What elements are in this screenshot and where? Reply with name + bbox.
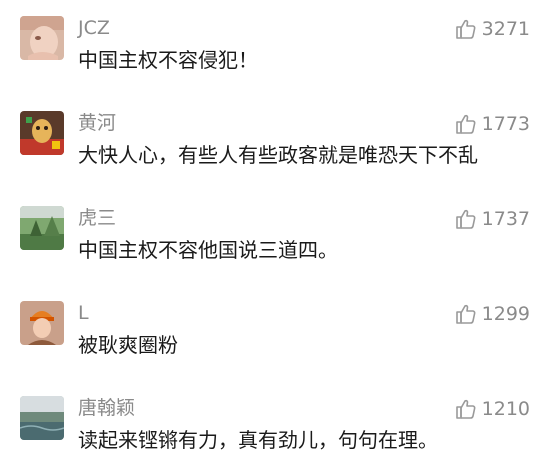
comment-item: 虎三 1737 中国主权不容他国说三道四。 [0, 190, 550, 282]
thumbs-up-icon [455, 303, 477, 325]
username[interactable]: JCZ [78, 16, 110, 40]
user-avatar[interactable] [20, 111, 64, 155]
username[interactable]: 黄河 [78, 111, 116, 135]
like-count: 1737 [481, 208, 530, 230]
like-button[interactable]: 1773 [455, 111, 530, 137]
thumbs-up-icon [455, 18, 477, 40]
like-button[interactable]: 1210 [455, 396, 530, 422]
comment-list: JCZ 3271 中国主权不容侵犯！ 黄河 1773 大快人心，有些人有些政客就… [0, 0, 550, 456]
comment-item: JCZ 3271 中国主权不容侵犯！ [0, 0, 550, 92]
username[interactable]: 唐翰颖 [78, 396, 135, 420]
comment-item: 唐翰颖 1210 读起来铿锵有力，真有劲儿，句句在理。 [0, 380, 550, 456]
like-button[interactable]: 3271 [455, 16, 530, 42]
user-avatar[interactable] [20, 206, 64, 250]
comment-text: 中国主权不容侵犯！ [78, 48, 258, 72]
user-avatar[interactable] [20, 396, 64, 440]
like-count: 3271 [481, 18, 530, 40]
comment-text: 读起来铿锵有力，真有劲儿，句句在理。 [78, 428, 438, 452]
comment-item: L 1299 被耿爽圈粉 [0, 285, 550, 377]
like-count: 1299 [481, 303, 530, 325]
like-button[interactable]: 1737 [455, 206, 530, 232]
comment-text: 大快人心，有些人有些政客就是唯恐天下不乱 [78, 143, 478, 167]
thumbs-up-icon [455, 398, 477, 420]
thumbs-up-icon [455, 208, 477, 230]
comment-text: 被耿爽圈粉 [78, 333, 178, 357]
like-count: 1773 [481, 113, 530, 135]
username[interactable]: 虎三 [78, 206, 116, 230]
user-avatar[interactable] [20, 301, 64, 345]
comment-text: 中国主权不容他国说三道四。 [78, 238, 338, 262]
like-button[interactable]: 1299 [455, 301, 530, 327]
comment-item: 黄河 1773 大快人心，有些人有些政客就是唯恐天下不乱 [0, 95, 550, 187]
thumbs-up-icon [455, 113, 477, 135]
like-count: 1210 [481, 398, 530, 420]
user-avatar[interactable] [20, 16, 64, 60]
username[interactable]: L [78, 301, 89, 325]
